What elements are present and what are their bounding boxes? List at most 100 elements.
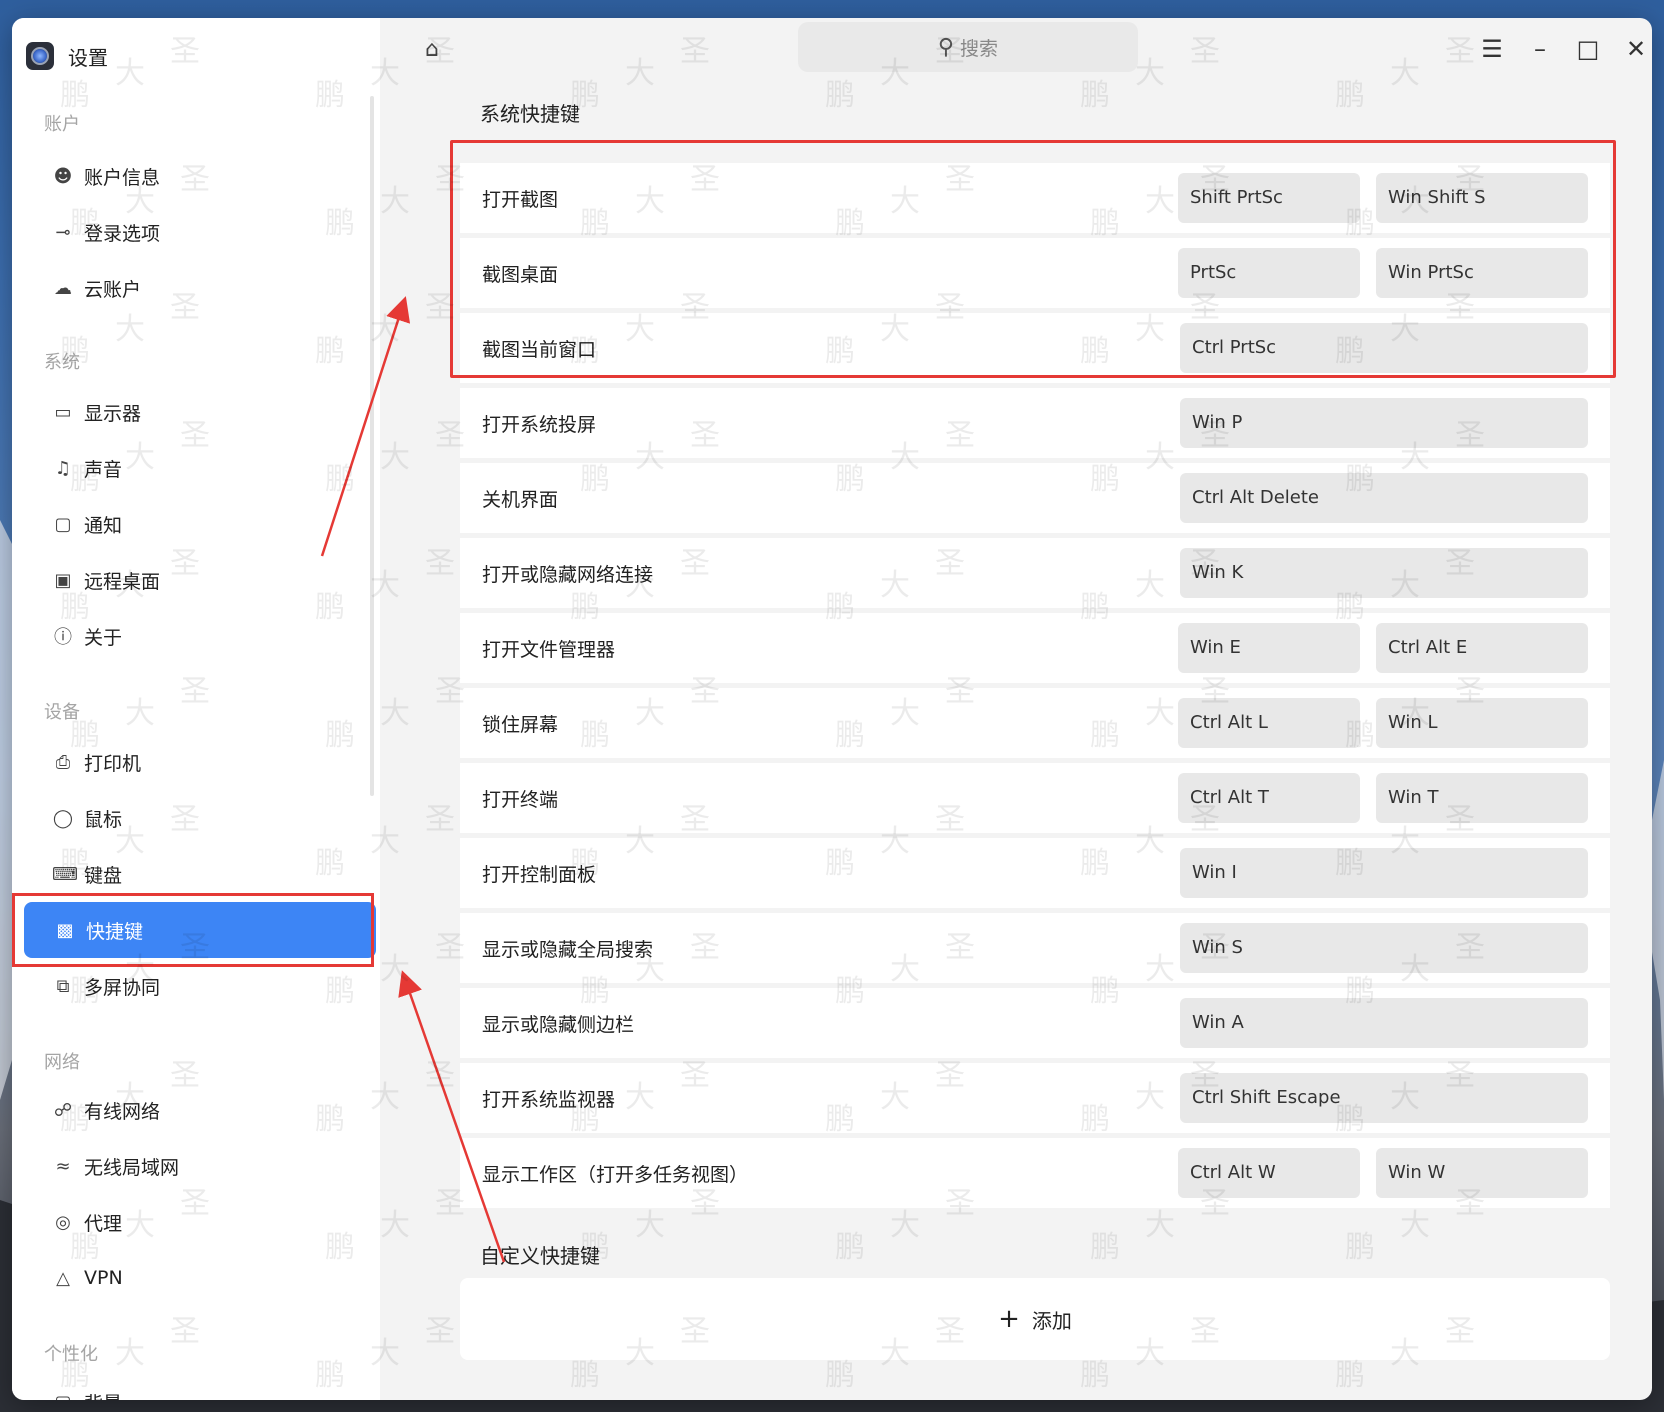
sidebar-item-label: 打印机 — [84, 752, 142, 775]
printer-icon: ⎙ — [55, 751, 71, 773]
shortcut-row: 关机界面 Ctrl Alt Delete — [460, 463, 1610, 533]
sidebar-item-label: 远程桌面 — [84, 570, 161, 593]
shortcut-name: 打开系统投屏 — [482, 413, 597, 436]
sidebar-item-label: VPN — [84, 1267, 123, 1289]
sidebar-item-notification[interactable]: ▢ 通知 — [22, 496, 364, 552]
sidebar-item-label: 鼠标 — [84, 808, 123, 831]
sidebar-item-multi-screen[interactable]: ⧉ 多屏协同 — [22, 958, 364, 1014]
shortcut-row: 打开系统投屏 Win P — [460, 388, 1610, 458]
menu-icon[interactable]: ☰ — [1474, 34, 1510, 64]
sidebar-scrollbar[interactable] — [370, 96, 374, 796]
sidebar-item-label: 云账户 — [84, 278, 142, 301]
proxy-icon: ◎ — [55, 1211, 71, 1233]
shortcut-name: 显示或隐藏侧边栏 — [482, 1013, 635, 1036]
shortcut-key-field[interactable]: Win I — [1180, 848, 1588, 898]
shortcut-name: 显示或隐藏全局搜索 — [482, 938, 654, 961]
sidebar-item-label: 代理 — [84, 1212, 123, 1235]
shortcut-row: 打开或隐藏网络连接 Win K — [460, 538, 1610, 608]
settings-window: 设置 账户 ☻ 账户信息 ⊸ 登录选项 ☁ 云账户 系统 ▭ 显示器 ♫ 声音 … — [12, 18, 1652, 1400]
sidebar-item-cloud-account[interactable]: ☁ 云账户 — [22, 260, 364, 316]
sidebar-item-label: 关于 — [84, 626, 123, 649]
sidebar: 设置 账户 ☻ 账户信息 ⊸ 登录选项 ☁ 云账户 系统 ▭ 显示器 ♫ 声音 … — [12, 18, 380, 1400]
shortcut-name: 关机界面 — [482, 488, 559, 511]
search-icon: ⚲ — [937, 34, 955, 60]
monitor-icon: ▭ — [54, 401, 72, 423]
sidebar-item-label: 无线局域网 — [84, 1156, 180, 1179]
shortcut-key-field[interactable]: Win L — [1376, 698, 1588, 748]
sidebar-item-about[interactable]: ⓘ 关于 — [22, 608, 364, 664]
close-button[interactable]: ✕ — [1618, 34, 1652, 64]
settings-app-icon — [26, 42, 54, 70]
add-shortcut-label: 添加 — [1031, 1308, 1072, 1333]
wifi-icon: ≈ — [55, 1155, 71, 1177]
shortcut-key-field[interactable]: Win A — [1180, 998, 1588, 1048]
app-title: 设置 — [68, 45, 108, 70]
shortcut-key-field[interactable]: Ctrl Shift Escape — [1180, 1073, 1588, 1123]
speaker-icon: ♫ — [54, 457, 72, 479]
shortcut-row: 显示工作区（打开多任务视图） Ctrl Alt W Win W — [460, 1138, 1610, 1208]
shortcut-key-field[interactable]: Win E — [1178, 623, 1360, 673]
shortcut-key-field[interactable]: Ctrl Alt L — [1178, 698, 1360, 748]
info-icon: ⓘ — [54, 627, 72, 648]
sidebar-item-label: 键盘 — [84, 864, 123, 887]
sidebar-item-label: 显示器 — [84, 402, 142, 425]
shortcut-row: 打开控制面板 Win I — [460, 838, 1610, 908]
shortcut-key-field[interactable]: Win S — [1180, 923, 1588, 973]
shortcut-name: 打开系统监视器 — [482, 1088, 616, 1111]
sidebar-item-label: 多屏协同 — [84, 976, 161, 999]
sidebar-item-proxy[interactable]: ◎ 代理 — [22, 1194, 364, 1250]
shortcut-key-field[interactable]: Win K — [1180, 548, 1588, 598]
shortcut-name: 锁住屏幕 — [482, 713, 559, 736]
shortcut-key-field[interactable]: Win P — [1180, 398, 1588, 448]
sidebar-item-label: 账户信息 — [84, 166, 161, 189]
sidebar-item-wired-network[interactable]: ☍ 有线网络 — [22, 1082, 364, 1138]
search-input[interactable]: ⚲ 搜索 — [798, 22, 1138, 72]
screenshot-shortcuts-highlight-box — [450, 140, 1616, 378]
main-panel: ⌂ ⚲ 搜索 ☰ – □ ✕ 系统快捷键 打开截图 Shift PrtSc Win … — [380, 18, 1652, 1400]
shortcut-key-field[interactable]: Ctrl Alt T — [1178, 773, 1360, 823]
sidebar-highlight-box — [12, 893, 374, 967]
shortcut-row: 打开文件管理器 Win E Ctrl Alt E — [460, 613, 1610, 683]
shortcut-name: 打开终端 — [482, 788, 559, 811]
minimize-button[interactable]: – — [1522, 34, 1558, 64]
sidebar-item-vpn[interactable]: △ VPN — [22, 1250, 364, 1306]
shortcut-key-field[interactable]: Ctrl Alt W — [1178, 1148, 1360, 1198]
sidebar-item-mouse[interactable]: ◯ 鼠标 — [22, 790, 364, 846]
sidebar-item-remote-desktop[interactable]: ▣ 远程桌面 — [22, 552, 364, 608]
home-icon[interactable]: ⌂ — [418, 36, 446, 64]
shortcut-key-field[interactable]: Ctrl Alt E — [1376, 623, 1588, 673]
shortcut-row: 打开系统监视器 Ctrl Shift Escape — [460, 1063, 1610, 1133]
section-label-account: 账户 — [44, 114, 80, 135]
maximize-button[interactable]: □ — [1570, 34, 1606, 64]
shortcut-key-field[interactable]: Ctrl Alt Delete — [1180, 473, 1588, 523]
section-label-network: 网络 — [44, 1052, 80, 1073]
shortcut-key-field[interactable]: Win W — [1376, 1148, 1588, 1198]
section-label-personalization: 个性化 — [44, 1344, 98, 1365]
sidebar-item-background[interactable]: ▢ 背景 — [22, 1374, 364, 1401]
cloud-icon: ☁ — [54, 277, 72, 299]
sidebar-item-printer[interactable]: ⎙ 打印机 — [22, 734, 364, 790]
section-label-devices: 设备 — [44, 702, 80, 723]
shortcut-name: 显示工作区（打开多任务视图） — [482, 1163, 749, 1186]
vpn-icon: △ — [56, 1267, 70, 1289]
sidebar-item-sound[interactable]: ♫ 声音 — [22, 440, 364, 496]
shortcut-name: 打开控制面板 — [482, 863, 597, 886]
sidebar-item-display[interactable]: ▭ 显示器 — [22, 384, 364, 440]
background-icon: ▢ — [52, 1392, 74, 1401]
mouse-icon: ◯ — [52, 807, 74, 829]
notification-icon: ▢ — [54, 513, 72, 535]
shortcut-row: 锁住屏幕 Ctrl Alt L Win L — [460, 688, 1610, 758]
shortcut-name: 打开文件管理器 — [482, 638, 616, 661]
keyboard-icon: ⌨ — [52, 863, 78, 885]
shortcut-row: 显示或隐藏全局搜索 Win S — [460, 913, 1610, 983]
sidebar-item-login-options[interactable]: ⊸ 登录选项 — [22, 204, 364, 260]
custom-shortcuts-title: 自定义快捷键 — [480, 1244, 600, 1268]
section-label-system: 系统 — [44, 352, 80, 373]
sidebar-item-label: 声音 — [84, 458, 123, 481]
shortcut-name: 打开或隐藏网络连接 — [482, 563, 654, 586]
key-icon: ⊸ — [55, 221, 71, 243]
sidebar-item-wifi[interactable]: ≈ 无线局域网 — [22, 1138, 364, 1194]
shortcut-key-field[interactable]: Win T — [1376, 773, 1588, 823]
sidebar-item-account-info[interactable]: ☻ 账户信息 — [22, 148, 364, 204]
add-shortcut-button[interactable]: + 添加 — [460, 1278, 1610, 1360]
